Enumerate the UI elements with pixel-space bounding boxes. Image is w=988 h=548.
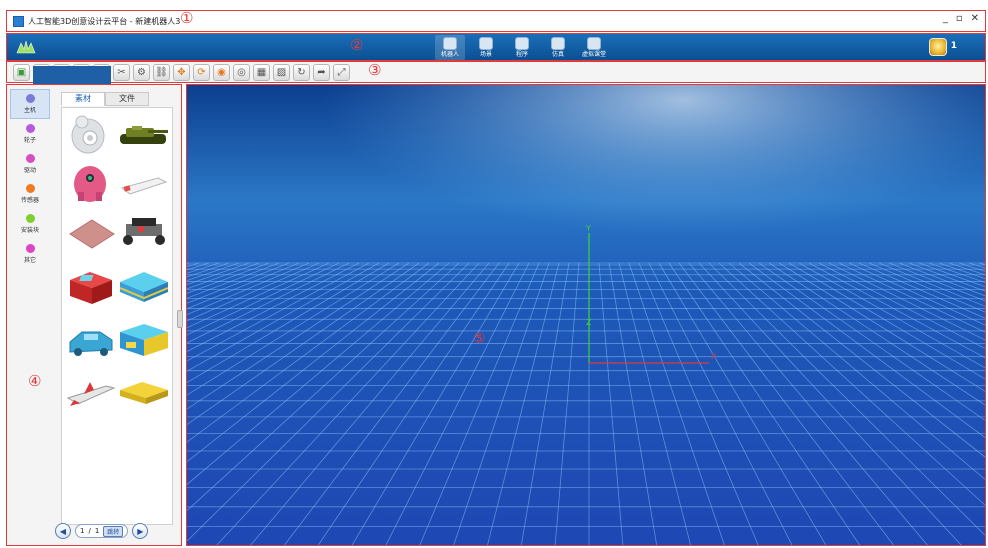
- category-item-4[interactable]: 安装块: [10, 209, 50, 239]
- link-icon[interactable]: ⛓: [153, 63, 170, 81]
- nav-item-label: 虚拟课堂: [581, 51, 606, 58]
- 3d-viewport[interactable]: Y Z X ⑤: [186, 84, 986, 546]
- minimize-button[interactable]: _: [943, 13, 948, 24]
- new-file-icon[interactable]: ▣: [13, 63, 30, 81]
- image-icon[interactable]: ▨: [273, 63, 290, 81]
- cut-icon[interactable]: ✂: [113, 63, 130, 81]
- jump-button[interactable]: 跳转: [103, 525, 124, 537]
- brand-logo-icon: [16, 40, 36, 54]
- nav-item-label: 场景: [479, 51, 492, 58]
- user-avatar-icon[interactable]: [929, 38, 947, 56]
- category-dot-icon: [25, 154, 35, 163]
- arrow-icon[interactable]: ➦: [313, 63, 330, 81]
- category-label: 安装块: [20, 227, 39, 234]
- part-thumb-layered-board[interactable]: [118, 268, 170, 308]
- disk-icon[interactable]: ◉: [213, 63, 230, 81]
- callout-3: ③: [368, 61, 382, 79]
- y-axis-label: Y: [585, 224, 591, 233]
- nav-item-0[interactable]: 机器人: [435, 35, 465, 60]
- part-thumb-blue-car[interactable]: [66, 324, 116, 360]
- parts-gallery: [61, 107, 173, 525]
- part-thumb-robot-head[interactable]: [68, 112, 112, 156]
- callout-1: ①: [180, 9, 194, 27]
- category-dot-icon: [25, 124, 35, 133]
- z-axis-label: Z: [586, 318, 592, 327]
- part-thumb-plate[interactable]: [68, 218, 116, 252]
- tab-0[interactable]: 素材: [61, 92, 105, 106]
- move-icon[interactable]: ✥: [173, 63, 190, 81]
- main-navbar: 机器人 场景 程序 仿真 虚拟课堂 1: [6, 33, 986, 61]
- category-item-5[interactable]: 其它: [10, 239, 50, 269]
- scene-icon: [479, 37, 493, 50]
- nav-item-4[interactable]: 虚拟课堂: [579, 35, 609, 60]
- callout-4: ④: [28, 372, 42, 390]
- app-window: 人工智能3D创意设计云平台 - 新建机器人3 _ ▫ ✕ ① 机器人 场景 程序 仿真…: [0, 0, 988, 548]
- part-thumb-red-box[interactable]: [66, 268, 116, 308]
- part-thumb-car-chassis[interactable]: [118, 214, 170, 248]
- category-item-1[interactable]: 轮子: [10, 119, 50, 149]
- callout-2: ②: [350, 36, 364, 54]
- part-thumb-blue-yellow-module[interactable]: [118, 322, 170, 360]
- part-thumb-tank[interactable]: [118, 122, 170, 148]
- rotate-icon[interactable]: ⟳: [193, 63, 210, 81]
- parts-panel: 主机 轮子 驱动 传感器 安装块 其它 素材 文件 ◀ 1 / 1 跳转 ▶: [6, 84, 183, 546]
- part-thumb-yellow-block[interactable]: [118, 376, 170, 408]
- panel-tabs: 素材 文件: [61, 92, 149, 106]
- page-separator: /: [88, 527, 91, 535]
- nav-item-label: 机器人: [440, 51, 459, 58]
- next-page-button[interactable]: ▶: [132, 523, 149, 539]
- user-count: 1: [950, 41, 957, 51]
- category-label: 驱动: [23, 167, 36, 174]
- nav-items: 机器人 场景 程序 仿真 虚拟课堂: [435, 35, 609, 60]
- close-button[interactable]: ✕: [971, 13, 979, 24]
- grid-icon[interactable]: ▦: [253, 63, 270, 81]
- tab-1[interactable]: 文件: [105, 92, 149, 106]
- gallery-pager: ◀ 1/1 跳转 ▶: [55, 523, 149, 539]
- toolbar: ▣▭▤↶↷✂⚙⛓✥⟳◉◎▦▨↻➦⤢: [6, 61, 986, 83]
- category-dot-icon: [25, 214, 35, 223]
- category-label: 其它: [23, 257, 36, 264]
- category-label: 轮子: [23, 137, 36, 144]
- x-axis-label: X: [711, 352, 717, 361]
- title-bar: 人工智能3D创意设计云平台 - 新建机器人3 _ ▫ ✕: [6, 10, 986, 32]
- category-item-3[interactable]: 传感器: [10, 179, 50, 209]
- robot-icon: [443, 37, 457, 50]
- callout-5: ⑤: [473, 331, 486, 347]
- part-thumb-spaceship[interactable]: [66, 378, 116, 408]
- app-logo-icon: [13, 15, 24, 27]
- category-label: 传感器: [20, 197, 39, 204]
- current-page: 1: [80, 527, 85, 535]
- category-item-2[interactable]: 驱动: [10, 149, 50, 179]
- nav-item-2[interactable]: 程序: [507, 35, 537, 60]
- program-icon: [515, 37, 529, 50]
- page-indicator: 1/1 跳转: [75, 524, 129, 538]
- part-thumb-pink-head[interactable]: [68, 162, 112, 206]
- window-title: 人工智能3D创意设计云平台 - 新建机器人3: [28, 16, 181, 26]
- category-dot-icon: [25, 94, 35, 103]
- category-dot-icon: [25, 184, 35, 193]
- window-controls: _ ▫ ✕: [943, 13, 979, 24]
- gear-icon[interactable]: ⚙: [133, 63, 150, 81]
- cycle-icon[interactable]: ↻: [293, 63, 310, 81]
- viewport-scene: Y Z X ⑤: [187, 85, 985, 545]
- nav-item-3[interactable]: 仿真: [543, 35, 573, 60]
- nav-item-label: 程序: [515, 51, 528, 58]
- simulation-icon: [551, 37, 565, 50]
- category-item-0[interactable]: 主机: [10, 89, 50, 119]
- classroom-icon: [587, 37, 601, 50]
- category-list: 主机轮子驱动传感器安装块其它: [10, 89, 50, 539]
- disk2-icon[interactable]: ◎: [233, 63, 250, 81]
- category-label: 主机: [23, 107, 36, 114]
- expand-icon[interactable]: ⤢: [333, 63, 350, 81]
- restore-button[interactable]: ▫: [956, 13, 963, 24]
- nav-item-1[interactable]: 场景: [471, 35, 501, 60]
- prev-page-button[interactable]: ◀: [55, 523, 71, 539]
- nav-item-label: 仿真: [551, 51, 564, 58]
- total-pages: 1: [94, 527, 100, 535]
- category-dot-icon: [25, 244, 35, 253]
- part-thumb-usb-module[interactable]: [118, 172, 170, 198]
- panel-splitter-handle[interactable]: [177, 310, 183, 328]
